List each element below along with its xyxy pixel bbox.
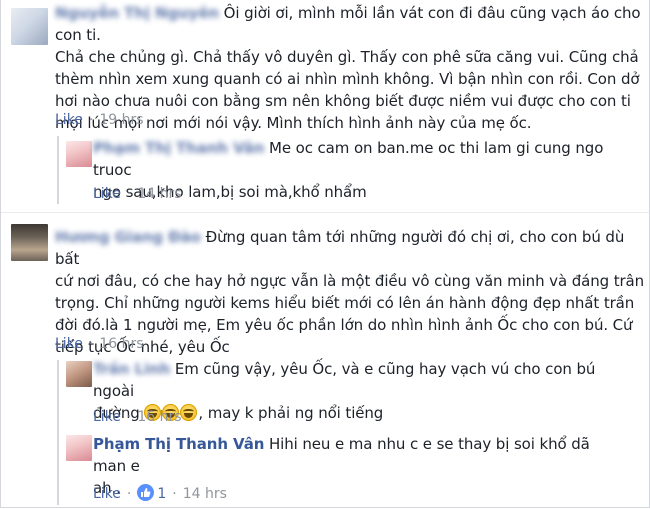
separator-dot: · <box>126 186 132 202</box>
separator-dot: · <box>172 486 177 502</box>
like-button[interactable]: Like <box>55 336 83 352</box>
like-button[interactable]: Like <box>93 486 121 502</box>
separator-dot: · <box>88 112 94 128</box>
like-button[interactable]: Like <box>93 186 121 202</box>
comment-author[interactable]: Phạm Thị Thanh Vân <box>93 139 264 157</box>
reply-thread-line <box>57 360 59 505</box>
comment-author[interactable]: Phạm Thị Thanh Vân <box>93 435 264 453</box>
timestamp[interactable]: 16 hrs <box>99 336 143 352</box>
avatar[interactable] <box>11 8 48 45</box>
avatar[interactable] <box>66 361 92 387</box>
comment-body-line2-after: , may k phải ng nổi tiếng <box>198 404 384 422</box>
timestamp[interactable]: 16 hrs <box>137 409 181 425</box>
separator-dot: · <box>126 409 132 425</box>
like-count[interactable]: 1 <box>157 486 166 502</box>
reply-thread-line <box>57 136 59 204</box>
avatar[interactable] <box>11 224 48 261</box>
comment-author[interactable]: Nguyễn Thị Nguyên <box>55 4 219 22</box>
comment-author[interactable]: Trần Linh <box>93 360 170 378</box>
comment-actions: Like · 16 hrs <box>55 335 144 353</box>
separator-dot: · <box>88 336 94 352</box>
comment-actions: Like · 16 hrs <box>93 408 182 426</box>
avatar[interactable] <box>66 435 92 461</box>
timestamp[interactable]: 14 hrs <box>183 486 227 502</box>
like-button[interactable]: Like <box>55 112 83 128</box>
separator-dot: · <box>126 486 132 502</box>
like-button[interactable]: Like <box>93 409 121 425</box>
comment-divider <box>1 212 649 213</box>
comment-actions: Like · 14 hrs <box>93 185 182 203</box>
comments-panel: Nguyễn Thị Nguyên Ôi giời ơi, mình mỗi l… <box>0 0 650 508</box>
timestamp[interactable]: 14 hrs <box>137 186 181 202</box>
comment-actions: Like · 1 · 14 hrs <box>93 484 227 503</box>
thumbs-up-icon[interactable] <box>137 484 155 501</box>
avatar[interactable] <box>66 141 92 167</box>
laughing-emoji-icon <box>180 404 198 421</box>
timestamp[interactable]: 19 hrs <box>99 112 143 128</box>
comment-author[interactable]: Hương Giang Đào <box>55 228 201 246</box>
comment-actions: Like · 19 hrs <box>55 111 144 129</box>
